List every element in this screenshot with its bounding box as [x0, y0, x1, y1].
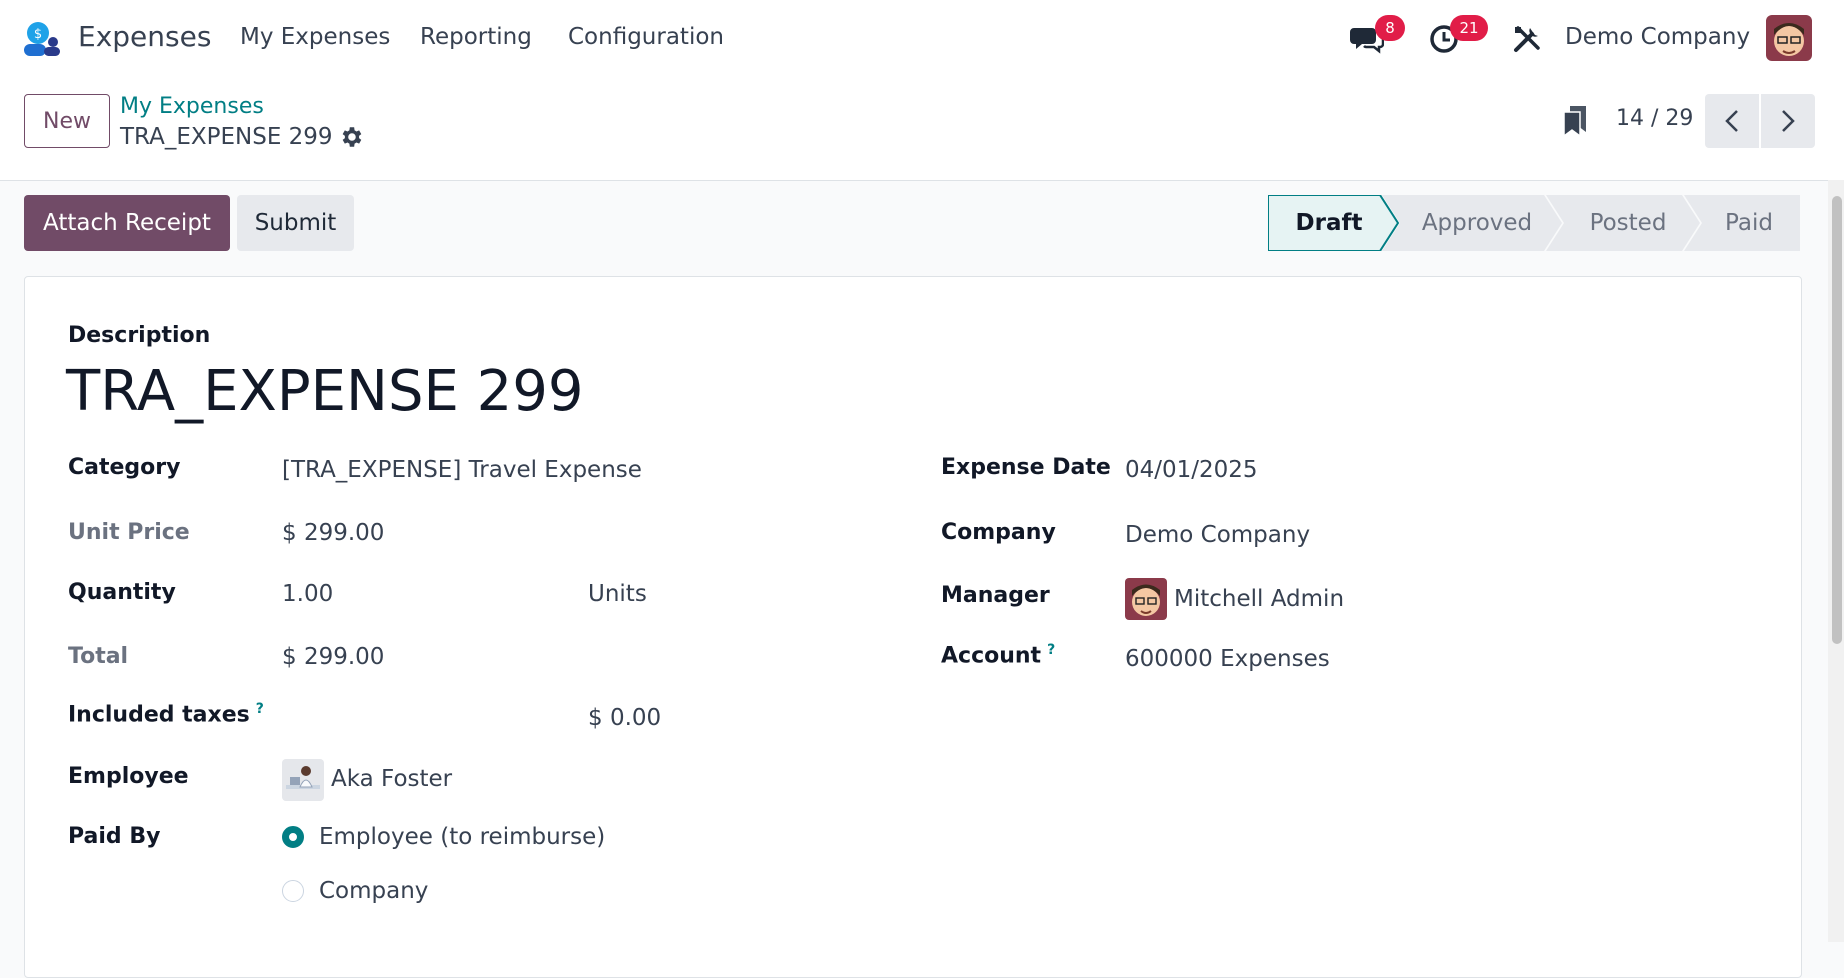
employee-avatar	[282, 759, 324, 801]
chevron-right-icon	[1782, 110, 1795, 132]
stage-paid[interactable]: Paid	[1698, 195, 1800, 251]
account-field[interactable]: 600000 Expenses	[1125, 646, 1330, 672]
description-label: Description	[68, 323, 211, 348]
expense-date-field[interactable]: 04/01/2025	[1125, 457, 1258, 483]
unit-of-measure-field[interactable]: Units	[588, 581, 647, 607]
debug-tools-icon[interactable]	[1512, 24, 1542, 54]
expense-date-label: Expense Date	[941, 455, 1111, 480]
breadcrumb-my-expenses[interactable]: My Expenses	[120, 94, 264, 119]
unit-price-value: $ 299.00	[282, 520, 385, 546]
stage-posted[interactable]: Posted	[1560, 195, 1696, 251]
expenses-app-icon[interactable]: $	[22, 20, 62, 58]
account-label: Account?	[941, 642, 1055, 668]
paid-by-employee-radio[interactable]	[282, 826, 304, 848]
manager-field[interactable]: Mitchell Admin	[1174, 586, 1344, 612]
new-button[interactable]: New	[24, 94, 110, 148]
help-tooltip-icon[interactable]: ?	[256, 701, 264, 717]
menu-reporting[interactable]: Reporting	[420, 24, 532, 50]
paid-by-label: Paid By	[68, 824, 161, 849]
user-avatar[interactable]	[1766, 15, 1812, 61]
paid-by-company-label[interactable]: Company	[319, 878, 428, 904]
messages-count-badge: 8	[1375, 15, 1405, 41]
stage-draft[interactable]: Draft	[1268, 195, 1390, 251]
employee-field[interactable]: Aka Foster	[331, 766, 452, 792]
description-field[interactable]: TRA_EXPENSE 299	[66, 359, 584, 424]
app-name[interactable]: Expenses	[78, 20, 211, 53]
paid-by-employee-label[interactable]: Employee (to reimburse)	[319, 824, 605, 850]
stage-approved[interactable]: Approved	[1396, 195, 1558, 251]
manager-avatar	[1125, 578, 1167, 620]
activities-count-badge: 21	[1450, 15, 1488, 41]
scrollbar-thumb[interactable]	[1832, 196, 1842, 644]
form-sheet: Description TRA_EXPENSE 299 Category [TR…	[24, 276, 1802, 978]
control-panel: New My Expenses TRA_EXPENSE 299 14 / 29	[0, 78, 1844, 181]
company-label: Company	[941, 520, 1056, 545]
submit-button[interactable]: Submit	[237, 195, 354, 251]
total-label: Total	[68, 644, 129, 669]
included-taxes-label-text: Included taxes	[68, 702, 250, 728]
bookmark-icon[interactable]	[1562, 104, 1588, 138]
included-taxes-label: Included taxes?	[68, 701, 264, 727]
help-tooltip-icon[interactable]: ?	[1047, 642, 1055, 658]
pager-value[interactable]: 14 / 29	[1616, 106, 1693, 131]
category-label: Category	[68, 455, 181, 480]
paid-by-company-radio[interactable]	[282, 880, 304, 902]
pager-previous-button[interactable]	[1705, 94, 1759, 148]
menu-my-expenses[interactable]: My Expenses	[240, 24, 390, 50]
included-taxes-value[interactable]: $ 0.00	[588, 705, 661, 731]
category-field[interactable]: [TRA_EXPENSE] Travel Expense	[282, 457, 642, 483]
top-navbar: $ Expenses My Expenses Reporting Configu…	[0, 0, 1844, 78]
quantity-label: Quantity	[68, 580, 176, 605]
pager-next-button[interactable]	[1761, 94, 1815, 148]
chevron-left-icon	[1725, 110, 1738, 132]
svg-text:$: $	[34, 27, 42, 42]
company-switcher[interactable]: Demo Company	[1565, 24, 1750, 50]
quantity-field[interactable]: 1.00	[282, 581, 333, 607]
status-bar: Draft Approved Posted Paid	[1268, 195, 1800, 251]
employee-label: Employee	[68, 764, 189, 789]
unit-price-label: Unit Price	[68, 520, 190, 545]
breadcrumb-current: TRA_EXPENSE 299	[120, 124, 333, 150]
account-label-text: Account	[941, 643, 1042, 669]
menu-configuration[interactable]: Configuration	[568, 24, 724, 50]
total-value: $ 299.00	[282, 644, 385, 670]
company-field[interactable]: Demo Company	[1125, 522, 1310, 548]
gear-icon[interactable]	[338, 124, 364, 150]
manager-label: Manager	[941, 583, 1050, 608]
attach-receipt-button[interactable]: Attach Receipt	[24, 195, 230, 251]
